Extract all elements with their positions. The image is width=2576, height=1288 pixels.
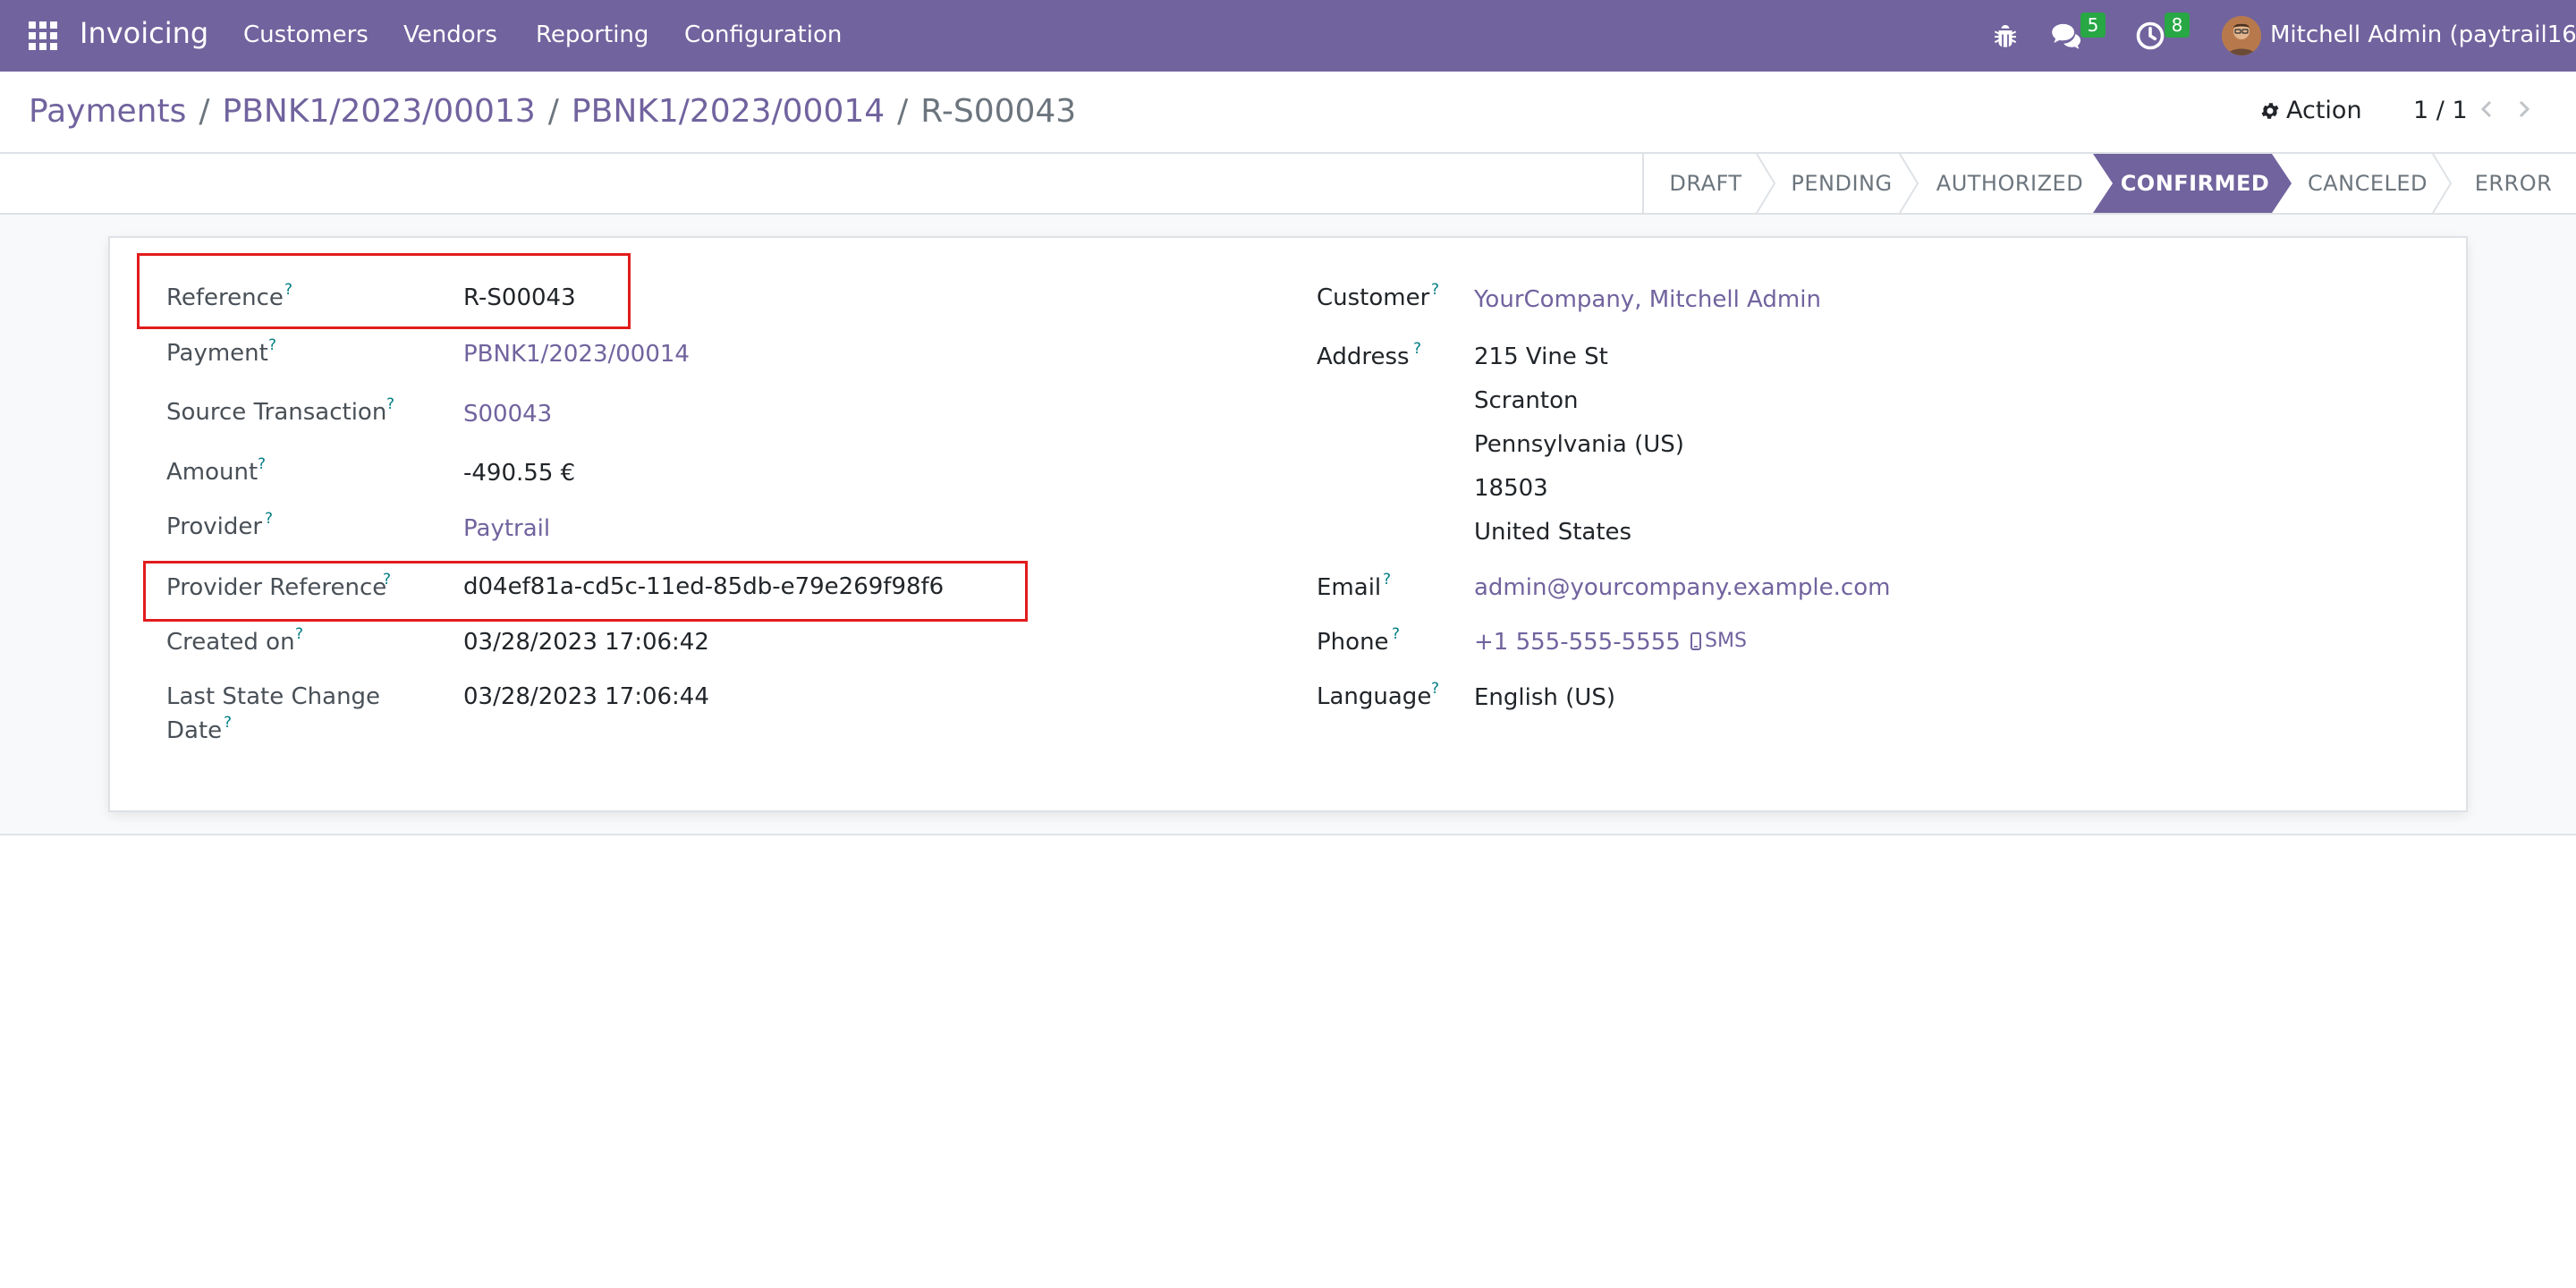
- activities-count-badge: 8: [2165, 13, 2190, 38]
- status-bar: DRAFT PENDING AUTHORIZED CONFIRMED CANCE…: [0, 154, 2576, 215]
- menu-vendors[interactable]: Vendors: [403, 21, 497, 48]
- customer-help-icon[interactable]: ?: [1431, 281, 1439, 299]
- last-state-change-value: 03/28/2023 17:06:44: [463, 683, 709, 710]
- menu-reporting[interactable]: Reporting: [536, 21, 648, 48]
- pager-value[interactable]: 1 / 1: [2413, 97, 2468, 124]
- breadcrumb-current: R-S00043: [920, 93, 1077, 130]
- email-help-icon[interactable]: ?: [1383, 571, 1391, 589]
- email-label: Email: [1317, 574, 1382, 601]
- pager-next-chevron-icon[interactable]: [2512, 95, 2537, 123]
- pager-previous-chevron-icon[interactable]: [2474, 95, 2499, 123]
- user-menu-name[interactable]: Mitchell Admin (paytrail16): [2270, 21, 2576, 48]
- phone-link[interactable]: +1 555-555-5555: [1474, 629, 1681, 656]
- action-menu-button[interactable]: Action: [2259, 97, 2362, 124]
- created-on-help-icon[interactable]: ?: [295, 625, 303, 643]
- payment-label: Payment: [166, 340, 268, 367]
- language-value: English (US): [1474, 684, 1615, 711]
- address-label: Address: [1317, 343, 1410, 370]
- amount-value: -490.55 €: [463, 460, 576, 487]
- annotation-box-reference: [137, 253, 631, 329]
- sms-label: SMS: [1705, 630, 1747, 652]
- source-transaction-help-icon[interactable]: ?: [386, 395, 394, 413]
- payment-link[interactable]: PBNK1/2023/00014: [463, 341, 690, 368]
- customer-label: Customer: [1317, 284, 1430, 311]
- provider-link[interactable]: Paytrail: [463, 515, 550, 542]
- breadcrumb-separator: /: [547, 93, 559, 130]
- status-confirmed[interactable]: CONFIRMED: [2106, 154, 2284, 213]
- status-error[interactable]: ERROR: [2451, 154, 2576, 213]
- status-separator-chevron-icon: [2432, 154, 2453, 213]
- breadcrumb-separator: /: [199, 93, 210, 130]
- last-state-change-help-icon[interactable]: ?: [224, 714, 232, 732]
- menu-configuration[interactable]: Configuration: [684, 21, 842, 48]
- app-menu-icon[interactable]: [29, 21, 57, 50]
- sms-button[interactable]: SMS: [1690, 630, 1747, 652]
- last-state-change-label: Last State Change: [166, 683, 381, 710]
- app-name[interactable]: Invoicing: [80, 16, 208, 50]
- address-street: 215 Vine St: [1474, 343, 1608, 370]
- control-panel: Payments / PBNK1/2023/00013 / PBNK1/2023…: [0, 72, 2576, 154]
- provider-label: Provider: [166, 513, 263, 540]
- amount-label: Amount: [166, 459, 258, 486]
- address-zip: 18503: [1474, 475, 1548, 502]
- payment-help-icon[interactable]: ?: [268, 336, 276, 354]
- menu-customers[interactable]: Customers: [243, 21, 369, 48]
- status-draft[interactable]: DRAFT: [1644, 154, 1767, 213]
- breadcrumb-separator: /: [897, 93, 909, 130]
- language-help-icon[interactable]: ?: [1431, 680, 1439, 698]
- status-pending[interactable]: PENDING: [1775, 154, 1909, 213]
- status-separator-chevron-icon: [1899, 154, 1919, 213]
- last-state-change-label-line2: Date: [166, 717, 223, 744]
- mobile-phone-icon: [1690, 631, 1701, 650]
- breadcrumb-payments[interactable]: Payments: [29, 93, 186, 130]
- address-help-icon[interactable]: ?: [1413, 340, 1421, 358]
- annotation-box-provider-reference: [143, 561, 1028, 622]
- top-navbar: Invoicing Customers Vendors Reporting Co…: [0, 0, 2576, 72]
- debug-bug-icon[interactable]: [1989, 20, 2025, 55]
- address-city: Scranton: [1474, 387, 1579, 414]
- amount-help-icon[interactable]: ?: [258, 455, 266, 473]
- status-separator-chevron-icon: [1756, 154, 1776, 213]
- source-transaction-link[interactable]: S00043: [463, 401, 552, 428]
- breadcrumb-pbnk1-00013[interactable]: PBNK1/2023/00013: [223, 93, 536, 130]
- created-on-value: 03/28/2023 17:06:42: [463, 629, 709, 656]
- email-link[interactable]: admin@yourcompany.example.com: [1474, 574, 1890, 601]
- address-state: Pennsylvania (US): [1474, 431, 1684, 458]
- address-country: United States: [1474, 519, 1632, 546]
- created-on-label: Created on: [166, 629, 295, 656]
- user-avatar[interactable]: [2222, 16, 2261, 55]
- phone-help-icon[interactable]: ?: [1392, 625, 1400, 643]
- language-label: Language: [1317, 683, 1432, 710]
- breadcrumb-pbnk1-00014[interactable]: PBNK1/2023/00014: [572, 93, 885, 130]
- messages-count-badge: 5: [2080, 13, 2106, 38]
- gear-icon: [2259, 100, 2281, 122]
- provider-help-icon[interactable]: ?: [265, 510, 273, 528]
- breadcrumb: Payments / PBNK1/2023/00013 / PBNK1/2023…: [29, 93, 1076, 130]
- action-label: Action: [2286, 97, 2362, 124]
- status-canceled[interactable]: CANCELED: [2293, 154, 2442, 213]
- status-authorized[interactable]: AUTHORIZED: [1918, 154, 2102, 213]
- phone-label: Phone: [1317, 629, 1389, 656]
- source-transaction-label: Source Transaction: [166, 399, 387, 426]
- customer-link[interactable]: YourCompany, Mitchell Admin: [1474, 286, 1821, 313]
